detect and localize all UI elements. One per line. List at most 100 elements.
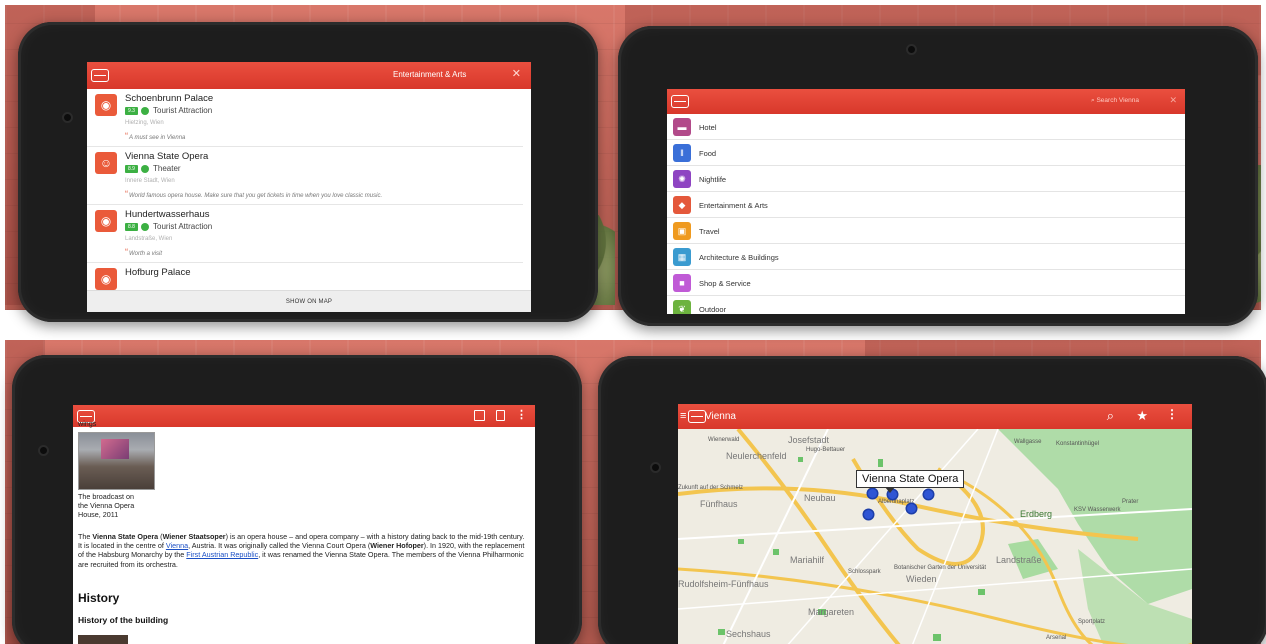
map-graphics (678, 429, 1192, 644)
article-screen: ⋮ wings The broadcast on the Vienna Oper… (73, 405, 535, 644)
map-label: Zukunft auf der Schmelz (678, 485, 744, 491)
map-label: Neubau (804, 493, 836, 503)
category-label: Entertainment & Arts (699, 201, 768, 210)
poi-name: Vienna State Opera (125, 151, 209, 162)
app-logo-icon[interactable] (671, 95, 689, 108)
map-label: Neulerchenfeld (726, 451, 787, 461)
map-label: Wieden (906, 574, 937, 584)
app-bar: Entertainment & Arts ✕ (87, 62, 531, 89)
map-pin[interactable] (907, 504, 916, 513)
leaf-icon: ❦ (673, 300, 691, 314)
map-label: Konstantinhügel (1056, 441, 1100, 447)
category-item-shop[interactable]: ■ Shop & Service (667, 270, 1185, 296)
poi-location: Innere Stadt, Wien (125, 178, 175, 184)
city-title: Vienna (705, 411, 736, 422)
document-icon[interactable] (496, 410, 505, 421)
category-label: Food (699, 149, 717, 158)
more-icon[interactable]: ⋮ (516, 408, 527, 421)
show-on-map-button[interactable]: SHOW ON MAP (87, 290, 531, 312)
heading-history: History (78, 591, 120, 605)
map-label: Schlosspark (848, 569, 881, 575)
article-paragraph: The Vienna State Opera (Wiener Staatsope… (78, 532, 525, 569)
poi-name: Schoenbrunn Palace (125, 93, 214, 104)
close-icon[interactable]: ✕ (512, 67, 521, 80)
map-popup[interactable]: Vienna State Opera (856, 470, 965, 493)
menu-icon[interactable]: ≡ (680, 410, 686, 422)
category-screen: ⌕ Search Vienna ✕ ▬ Hotel ǁ Food ✺ Night… (667, 89, 1185, 314)
map-view[interactable]: Josefstadt Hugo-Bettauer Neulerchenfeld … (678, 429, 1192, 644)
map-pin[interactable] (924, 490, 933, 499)
eye-icon: ◉ (95, 94, 117, 116)
category-label: Shop & Service (699, 279, 751, 288)
camera (64, 114, 71, 121)
search-placeholder: Search Vienna (1096, 97, 1139, 104)
map-label: KSV Wasserwerk (1074, 507, 1121, 513)
map-label: Sechshaus (726, 629, 771, 639)
category-item-travel[interactable]: ▣ Travel (667, 218, 1185, 244)
camera (40, 447, 47, 454)
suitcase-icon: ▣ (673, 222, 691, 240)
photo-caption: The broadcast on the Vienna Opera House,… (78, 492, 135, 520)
gallery-icon[interactable] (474, 410, 485, 421)
poi-location: Landstraße, Wien (125, 236, 173, 242)
search-input[interactable]: ⌕ Search Vienna (1091, 97, 1139, 105)
ticket-icon: ◆ (673, 196, 691, 214)
category-item-hotel[interactable]: ▬ Hotel (667, 114, 1185, 140)
utensils-icon: ǁ (673, 144, 691, 162)
opera-broadcast-photo[interactable] (78, 432, 155, 490)
category-item-nightlife[interactable]: ✺ Nightlife (667, 166, 1185, 192)
building-icon: ▦ (673, 248, 691, 266)
poi-category: Tourist Attraction (153, 222, 213, 231)
poi-name: Hundertwasserhaus (125, 209, 210, 220)
theater-masks-icon: ☺ (95, 152, 117, 174)
map-label: Wienerwald (708, 437, 740, 443)
rating-badge: 8.9 (125, 165, 138, 173)
bed-icon: ▬ (673, 118, 691, 136)
category-item-food[interactable]: ǁ Food (667, 140, 1185, 166)
list-item[interactable]: ☺ Vienna State Opera 8.9 Theater Innere … (87, 147, 523, 205)
list-screen: Entertainment & Arts ✕ ◉ Schoenbrunn Pal… (87, 62, 531, 312)
star-icon[interactable]: ★ (1136, 408, 1148, 424)
link-vienna[interactable]: Vienna (166, 541, 188, 550)
map-label: Fünfhaus (700, 499, 738, 509)
rating-badge: 8.8 (125, 223, 138, 231)
map-label: Prater (1122, 499, 1139, 505)
close-icon[interactable]: ✕ (1169, 95, 1177, 106)
article-image-partial (78, 635, 128, 644)
app-logo-icon[interactable] (688, 410, 706, 423)
camera (652, 464, 659, 471)
map-label: Wallgasse (1014, 439, 1042, 445)
search-icon[interactable]: ⌕ (1107, 408, 1114, 424)
stage: Entertainment & Arts ✕ ◉ Schoenbrunn Pal… (0, 0, 1266, 644)
poi-location: Hietzing, Wien (125, 120, 164, 126)
map-label: Margareten (808, 607, 855, 617)
link-first-austrian-republic[interactable]: First Austrian Republic (186, 550, 258, 559)
poi-quote: World famous opera house. Make sure that… (125, 189, 382, 199)
tablet-list: Entertainment & Arts ✕ ◉ Schoenbrunn Pal… (18, 22, 598, 322)
app-bar: ⋮ (73, 405, 535, 427)
map-label: Sportplatz (1078, 619, 1106, 625)
category-label: Hotel (699, 123, 717, 132)
poi-quote: Worth a visit (125, 247, 162, 257)
map-label: Hugo-Bettauer (806, 447, 846, 453)
list-item[interactable]: ◉ Schoenbrunn Palace 9.3 Tourist Attract… (87, 89, 523, 147)
poi-name: Hofburg Palace (125, 267, 191, 278)
app-logo-icon[interactable] (91, 69, 109, 82)
map-pin[interactable] (868, 489, 877, 498)
category-label: Nightlife (699, 175, 727, 184)
nightlife-icon: ✺ (673, 170, 691, 188)
poi-quote: A must see in Vienna (125, 131, 185, 141)
poi-category: Theater (153, 164, 181, 173)
map-pin[interactable] (864, 510, 873, 519)
status-dot (141, 165, 149, 173)
category-label: Travel (699, 227, 720, 236)
list-item[interactable]: ◉ Hundertwasserhaus 8.8 Tourist Attracti… (87, 205, 523, 263)
tablet-map: ≡ Vienna ⌕ ★ ⋮ Josefstadt Hugo-Bettauer … (598, 356, 1266, 644)
subheading-history-building: History of the building (78, 615, 169, 625)
category-item-outdoor[interactable]: ❦ Outdoor (667, 296, 1185, 314)
category-label: Outdoor (699, 305, 727, 314)
status-dot (141, 107, 149, 115)
category-item-architecture[interactable]: ▦ Architecture & Buildings (667, 244, 1185, 270)
category-item-entertainment[interactable]: ◆ Entertainment & Arts (667, 192, 1185, 218)
more-icon[interactable]: ⋮ (1166, 407, 1178, 421)
